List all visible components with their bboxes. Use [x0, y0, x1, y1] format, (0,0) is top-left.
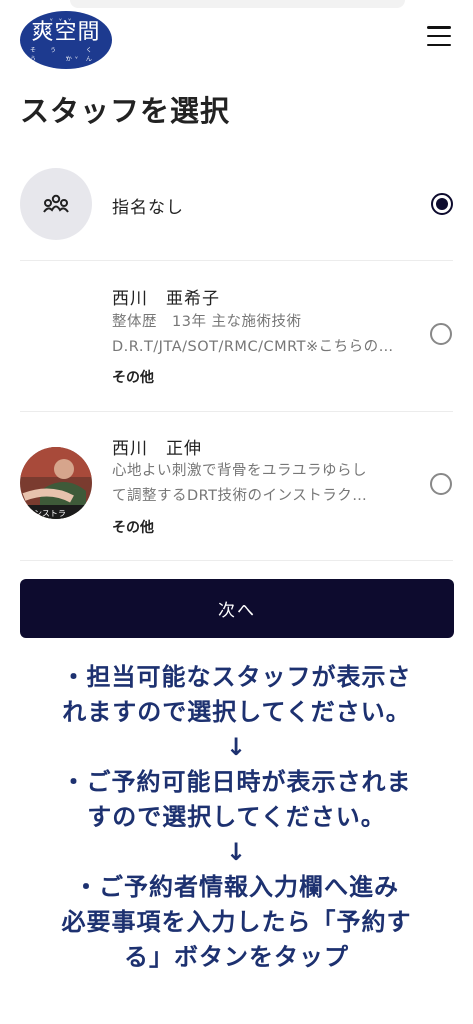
- guide-arrow: ↓: [225, 838, 248, 866]
- staff-description-line: D.R.T/JTA/SOT/RMC/CMRT※こちらの…: [112, 339, 394, 355]
- browser-top-bar: [70, 0, 405, 8]
- staff-name: 西川 亜希子: [112, 289, 220, 309]
- staff-more-link[interactable]: その他: [112, 367, 154, 387]
- avatar: インストラ: [20, 447, 92, 519]
- guide-line: ・担当可能なスタッフが表示さ: [61, 663, 412, 691]
- menu-icon-bar: [427, 34, 451, 38]
- menu-icon-bar: [427, 43, 451, 46]
- guide-line: れますので選択してください。: [62, 698, 411, 726]
- guide-arrow: ↓: [225, 733, 248, 761]
- logo-bird-decoration-top: ᵛ ᵛ ᵛ: [50, 17, 74, 25]
- staff-description-line: 心地よい刺激で背骨をユラユラゆらし: [112, 463, 367, 479]
- guide-line: すので選択してください。: [87, 803, 386, 831]
- hamburger-menu-icon[interactable]: [427, 26, 451, 46]
- staff-radio-selected[interactable]: [431, 193, 453, 215]
- staff-description: 整体歴 13年 主な施術技術 D.R.T/JTA/SOT/RMC/CMRT※こち…: [112, 310, 412, 360]
- group-icon: [43, 194, 69, 213]
- page-title: スタッフを選択: [20, 94, 231, 128]
- logo-bird-decoration-bottom: ᵛ ᵛ: [66, 55, 81, 63]
- staff-list: 指名なし: [20, 160, 453, 412]
- guide-line: ・ご予約可能日時が表示されま: [61, 768, 412, 796]
- staff-description: 心地よい刺激で背骨をユラユラゆらし て調整するDRT技術のインストラク…: [112, 459, 412, 509]
- menu-icon-bar: [427, 26, 451, 29]
- avatar-photo-masanobu: インストラ: [20, 447, 92, 519]
- staff-description-line: て調整するDRT技術のインストラク…: [112, 488, 368, 504]
- next-button[interactable]: 次へ: [20, 579, 454, 638]
- staff-description-line: 整体歴 13年 主な施術技術: [112, 314, 302, 330]
- staff-more-link[interactable]: その他: [112, 517, 154, 537]
- avatar: [20, 168, 92, 240]
- staff-name: 西川 正伸: [112, 439, 202, 459]
- guide-line: 必要事項を入力したら「予約す: [61, 908, 412, 936]
- guide-line: る」ボタンをタップ: [124, 943, 349, 971]
- staff-radio-unselected[interactable]: [430, 473, 452, 495]
- staff-radio-unselected[interactable]: [430, 323, 452, 345]
- staff-name: 指名なし: [112, 198, 184, 218]
- brand-logo[interactable]: ᵛ ᵛ ᵛ 爽空間 そう くう かん ᵛ ᵛ: [20, 11, 112, 69]
- staff-option-no-preference[interactable]: 指名なし: [20, 160, 453, 261]
- guide-line: ・ご予約者情報入力欄へ進み: [74, 873, 399, 901]
- booking-guide-text: ・担当可能なスタッフが表示さ れますので選択してください。 ↓ ・ご予約可能日時…: [10, 660, 463, 975]
